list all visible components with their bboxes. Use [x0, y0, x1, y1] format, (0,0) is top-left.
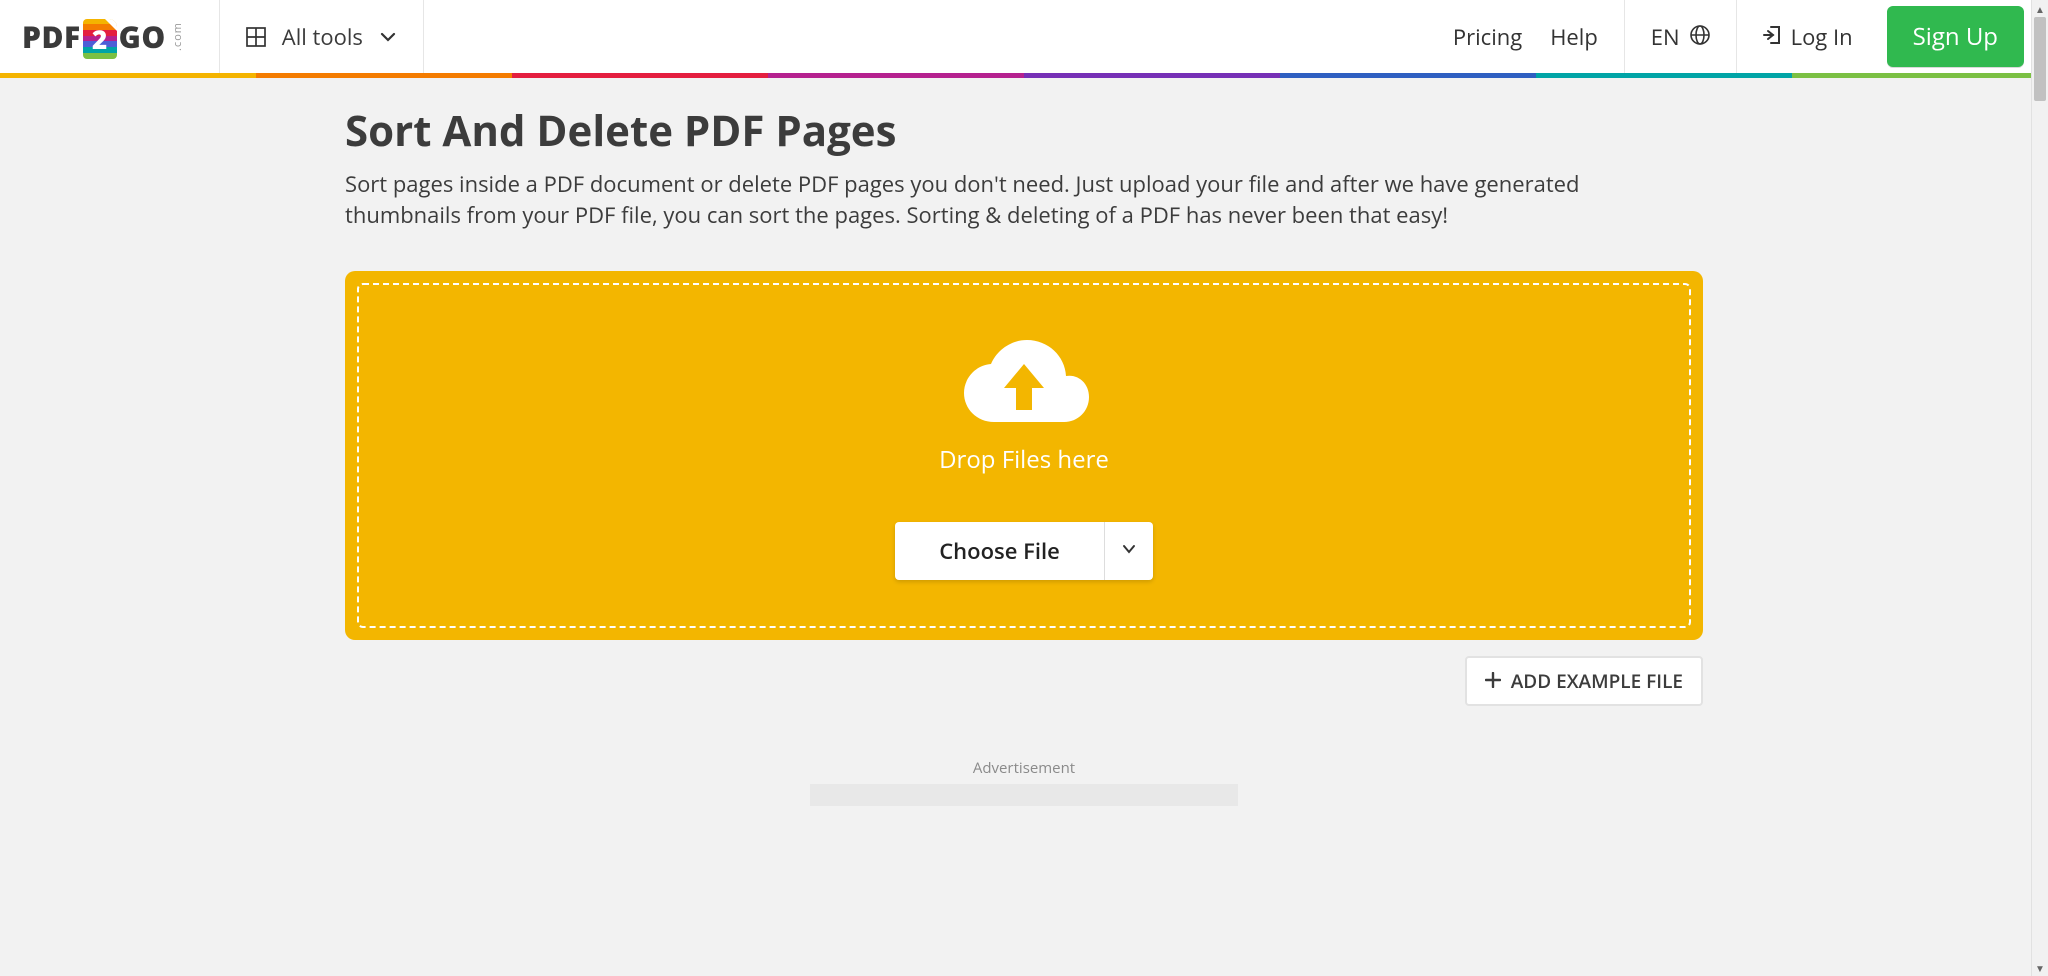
main-container: Sort And Delete PDF Pages Sort pages ins… — [345, 78, 1703, 806]
add-example-label: ADD EXAMPLE FILE — [1511, 668, 1683, 694]
file-dropzone[interactable]: Drop Files here Choose File — [345, 271, 1703, 640]
choose-file-button[interactable]: Choose File — [895, 522, 1104, 580]
page-subtitle: Sort pages inside a PDF document or dele… — [345, 169, 1675, 231]
top-nav: PDF 2 GO .com All tools Pricing Help EN — [0, 0, 2048, 73]
brand-com: .com — [170, 22, 185, 51]
signup-wrap: Sign Up — [1879, 0, 2048, 73]
scroll-thumb[interactable] — [2034, 17, 2046, 101]
language-selector[interactable]: EN — [1625, 0, 1737, 73]
chevron-down-icon — [1121, 541, 1137, 560]
brand-go: GO — [119, 16, 166, 57]
all-tools-dropdown[interactable]: All tools — [220, 0, 424, 73]
nav-spacer — [424, 0, 1427, 73]
advertisement-slot — [810, 784, 1238, 806]
choose-file-dropdown[interactable] — [1104, 522, 1153, 580]
all-tools-label: All tools — [282, 22, 363, 52]
grid-icon — [246, 27, 266, 47]
brand-pdf: PDF — [22, 16, 81, 57]
language-label: EN — [1651, 22, 1680, 52]
help-link[interactable]: Help — [1550, 22, 1598, 52]
globe-icon — [1690, 22, 1710, 52]
add-example-file-button[interactable]: ADD EXAMPLE FILE — [1465, 656, 1703, 706]
browser-scrollbar[interactable]: ▲ ▼ — [2031, 0, 2048, 976]
advertisement-label: Advertisement — [345, 758, 1703, 778]
chevron-down-icon — [379, 28, 397, 46]
brand-logo[interactable]: PDF 2 GO .com — [0, 0, 220, 73]
cloud-upload-icon — [954, 331, 1094, 431]
plus-icon — [1485, 668, 1501, 694]
login-icon — [1763, 22, 1783, 52]
scroll-down-arrow[interactable]: ▼ — [2032, 959, 2048, 976]
login-label: Log In — [1791, 22, 1853, 52]
drop-files-label: Drop Files here — [939, 443, 1109, 476]
rainbow-divider — [0, 73, 2048, 78]
dropzone-inner: Drop Files here Choose File — [357, 283, 1691, 628]
nav-links: Pricing Help — [1427, 0, 1625, 73]
brand-2-icon: 2 — [83, 19, 117, 59]
pricing-link[interactable]: Pricing — [1453, 22, 1522, 52]
page-title: Sort And Delete PDF Pages — [345, 102, 1703, 159]
scroll-up-arrow[interactable]: ▲ — [2032, 0, 2048, 17]
login-link[interactable]: Log In — [1737, 0, 1879, 73]
example-row: ADD EXAMPLE FILE — [345, 656, 1703, 706]
choose-file-group: Choose File — [895, 522, 1153, 580]
signup-button[interactable]: Sign Up — [1887, 6, 2024, 67]
